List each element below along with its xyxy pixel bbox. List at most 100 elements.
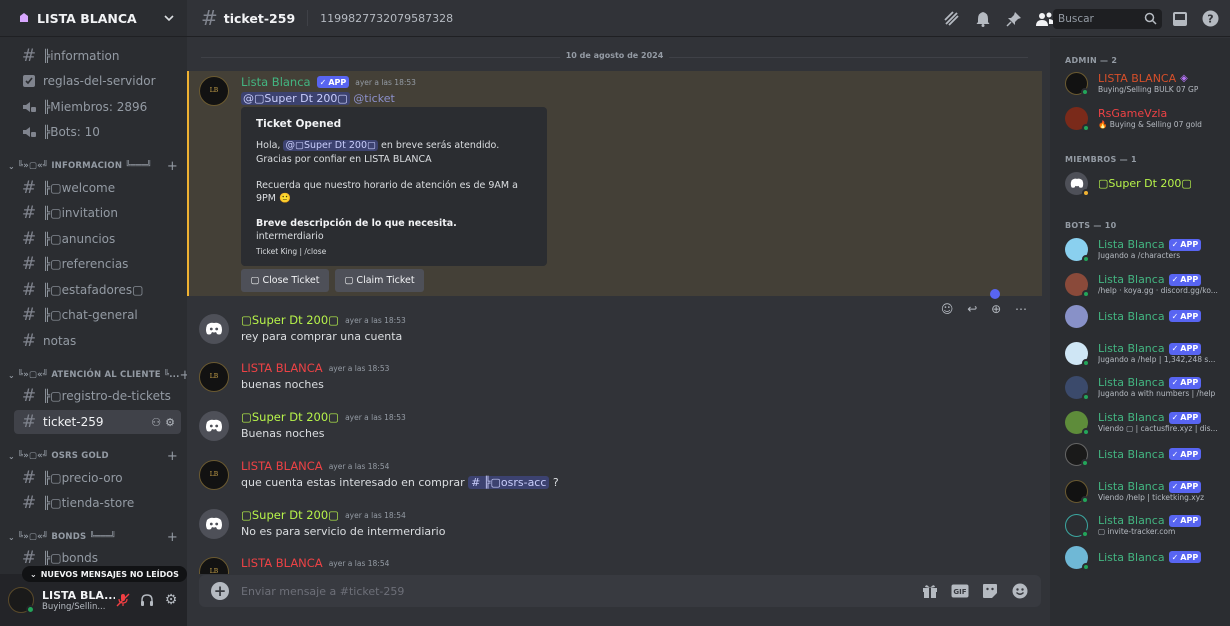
add-channel-icon[interactable]: +	[167, 530, 178, 545]
user-avatar[interactable]: LB	[199, 362, 229, 392]
member-item[interactable]: Lista Blanca ✓ APP Jugando a /characters	[1065, 234, 1227, 264]
category-atencion[interactable]: ⌄ ╚»▢«╝ ATENCIÓN AL CLIENTE ╚... +	[8, 367, 187, 383]
member-item[interactable]: Lista Blanca ✓ APP ▢ invite-tracker.com	[1065, 510, 1227, 540]
channel-link[interactable]: # ╠▢osrs-acc	[468, 476, 550, 489]
member-avatar	[1065, 304, 1088, 328]
close-ticket-button[interactable]: ▢ Close Ticket	[241, 269, 329, 292]
user-avatar[interactable]	[199, 411, 229, 441]
embed-field-name: Breve descripción de lo que necesita.	[256, 217, 457, 229]
member-item[interactable]: Lista Blanca ✓ APP	[1065, 439, 1227, 469]
message-author[interactable]: Lista Blanca	[241, 75, 311, 89]
channel-ticket-259[interactable]: # ticket-259 ⚇ ⚙	[14, 410, 181, 434]
member-name: Lista Blanca	[1098, 447, 1165, 461]
user-avatar[interactable]	[199, 509, 229, 539]
channel-registro-tickets[interactable]: # ╠▢registro-de-tickets	[14, 384, 181, 408]
channel-label: ╠▢bonds	[43, 551, 98, 565]
member-item[interactable]: LISTA BLANCA ◈ Buying/Selling BULK 07 GP	[1065, 68, 1227, 98]
headphones-icon[interactable]	[139, 592, 155, 608]
settings-gear-icon[interactable]: ⚙	[163, 592, 179, 608]
search-input[interactable]: Buscar	[1053, 9, 1162, 29]
user-avatar[interactable]	[8, 587, 35, 614]
bell-icon[interactable]	[973, 9, 992, 28]
chevron-down-icon[interactable]	[163, 12, 175, 24]
channel-welcome[interactable]: # ╠▢welcome	[14, 176, 181, 200]
app-badge-label: APP	[1180, 552, 1199, 562]
gear-icon[interactable]: ⚙	[165, 416, 175, 429]
member-item[interactable]: ▢Super Dt 200▢	[1065, 168, 1227, 198]
user-mention[interactable]: @▢Super Dt 200▢	[241, 92, 350, 105]
help-icon[interactable]: ?	[1201, 9, 1220, 28]
message[interactable]: ▢Super Dt 200▢ ayer a las 18:53 rey para …	[187, 312, 1042, 344]
channel-referencias[interactable]: # ╠▢referencias	[14, 252, 181, 276]
message[interactable]: LB LISTA BLANCA ayer a las 18:53 buenas n…	[187, 360, 1042, 392]
gif-icon[interactable]: GIF	[951, 582, 969, 600]
threads-icon[interactable]	[942, 9, 961, 28]
member-item[interactable]: Lista Blanca ✓ APP/help · koya.gg · disco…	[1065, 269, 1227, 299]
new-unread-pill[interactable]: ⌄ NUEVOS MENSAJES NO LEÍDOS	[22, 566, 187, 582]
message-author[interactable]: ▢Super Dt 200▢	[241, 410, 339, 424]
message-author[interactable]: LISTA BLANCA	[241, 556, 323, 570]
add-member-icon[interactable]: ⚇	[151, 416, 161, 429]
attach-plus-icon[interactable]: +	[211, 582, 229, 600]
channel-precio-oro[interactable]: # ╠▢precio-oro	[14, 466, 181, 490]
message-timestamp: ayer a las 18:54	[345, 510, 406, 520]
category-osrs[interactable]: ⌄ ╚»▢«╝ OSRS GOLD +	[8, 448, 178, 464]
channel-miembros[interactable]: ╠Miembros: 2896	[14, 95, 181, 119]
channel-chat-general[interactable]: # ╠▢chat-general	[14, 303, 181, 327]
user-info[interactable]: LISTA BLA... Buying/Sellin...	[42, 589, 115, 612]
mic-muted-icon[interactable]	[115, 592, 131, 608]
message[interactable]: LB LISTA BLANCA ayer a las 18:54	[187, 555, 1042, 574]
channel-notas[interactable]: # notas	[14, 329, 181, 353]
member-list-icon[interactable]	[1035, 9, 1054, 28]
inbox-icon[interactable]	[1170, 9, 1189, 28]
channel-estafadores[interactable]: # ╠▢estafadores▢	[14, 278, 181, 302]
message-composer[interactable]: + Enviar mensaje a #ticket-259 GIF	[199, 575, 1041, 607]
member-avatar	[1065, 545, 1090, 571]
channel-bots[interactable]: ╠Bots: 10	[14, 120, 181, 144]
role-header-bots: BOTS — 10	[1065, 221, 1117, 230]
member-item[interactable]: Lista Blanca ✓ APP Jugando a /help | 1,342…	[1065, 338, 1227, 368]
message[interactable]: ▢Super Dt 200▢ ayer a las 18:53 Buenas no…	[187, 409, 1042, 441]
channel-tienda-store[interactable]: # ╠▢tienda-store	[14, 491, 181, 515]
channel-reglas[interactable]: reglas-del-servidor	[14, 69, 181, 93]
user-avatar[interactable]: LB	[199, 557, 229, 574]
channel-invitation[interactable]: # ╠▢invitation	[14, 201, 181, 225]
member-name: Lista Blanca	[1098, 376, 1165, 389]
message-bot-ticket[interactable]: LB Lista Blanca ✓ APP ayer a las 18:53 @…	[187, 74, 1042, 106]
member-avatar	[1065, 106, 1090, 132]
hash-icon: #	[21, 203, 37, 223]
category-bonds[interactable]: ⌄ ╚»▢«╝ BONDS ╚═══╝ +	[8, 529, 178, 545]
add-channel-icon[interactable]: +	[180, 368, 187, 383]
message[interactable]: ▢Super Dt 200▢ ayer a las 18:54 No es par…	[187, 507, 1042, 539]
user-avatar[interactable]	[199, 314, 229, 344]
member-item[interactable]: Lista Blanca ✓ APP Viendo ▢ | cactusfire.x…	[1065, 407, 1227, 437]
member-item[interactable]: Lista Blanca ✓ APP Jugando a with numbers …	[1065, 372, 1227, 402]
add-channel-icon[interactable]: +	[167, 449, 178, 464]
member-item[interactable]: Lista Blanca ✓ APP	[1065, 301, 1227, 331]
role-mention[interactable]: @ticket	[353, 92, 394, 105]
category-informacion[interactable]: ⌄ ╚»▢«╝ INFORMACION ╚═══╝ +	[8, 158, 178, 174]
message-author[interactable]: LISTA BLANCA	[241, 361, 323, 375]
message-author[interactable]: LISTA BLANCA	[241, 459, 323, 473]
app-badge: ✓ APP	[1168, 342, 1202, 355]
emoji-icon[interactable]	[1011, 582, 1029, 600]
member-item[interactable]: RsGameVzla 🔥 Buying & Selling 07 gold	[1065, 103, 1227, 133]
pin-icon[interactable]	[1004, 9, 1023, 28]
member-item[interactable]: Lista Blanca ✓ APP Viendo /help | ticketki…	[1065, 476, 1227, 506]
bot-avatar[interactable]: LB	[199, 76, 229, 106]
gift-icon[interactable]	[921, 582, 939, 600]
channel-information[interactable]: # ╠information	[14, 44, 181, 68]
member-item[interactable]: Lista Blanca ✓ APP	[1065, 542, 1227, 572]
app-badge: ✓ APP	[1168, 238, 1202, 251]
message[interactable]: LB LISTA BLANCA ayer a las 18:54 que cuen…	[187, 458, 1042, 490]
claim-ticket-button[interactable]: ▢ Claim Ticket	[335, 269, 424, 292]
add-channel-icon[interactable]: +	[167, 159, 178, 174]
message-author[interactable]: ▢Super Dt 200▢	[241, 313, 339, 327]
user-avatar[interactable]: LB	[199, 460, 229, 490]
user-mention[interactable]: @▢Super Dt 200▢	[283, 140, 378, 152]
message-author[interactable]: ▢Super Dt 200▢	[241, 508, 339, 522]
server-header[interactable]: LISTA BLANCA	[0, 0, 187, 37]
sticker-icon[interactable]	[981, 582, 999, 600]
channel-topic[interactable]: 1199827732079587328	[320, 12, 453, 25]
channel-anuncios[interactable]: # ╠▢anuncios	[14, 227, 181, 251]
